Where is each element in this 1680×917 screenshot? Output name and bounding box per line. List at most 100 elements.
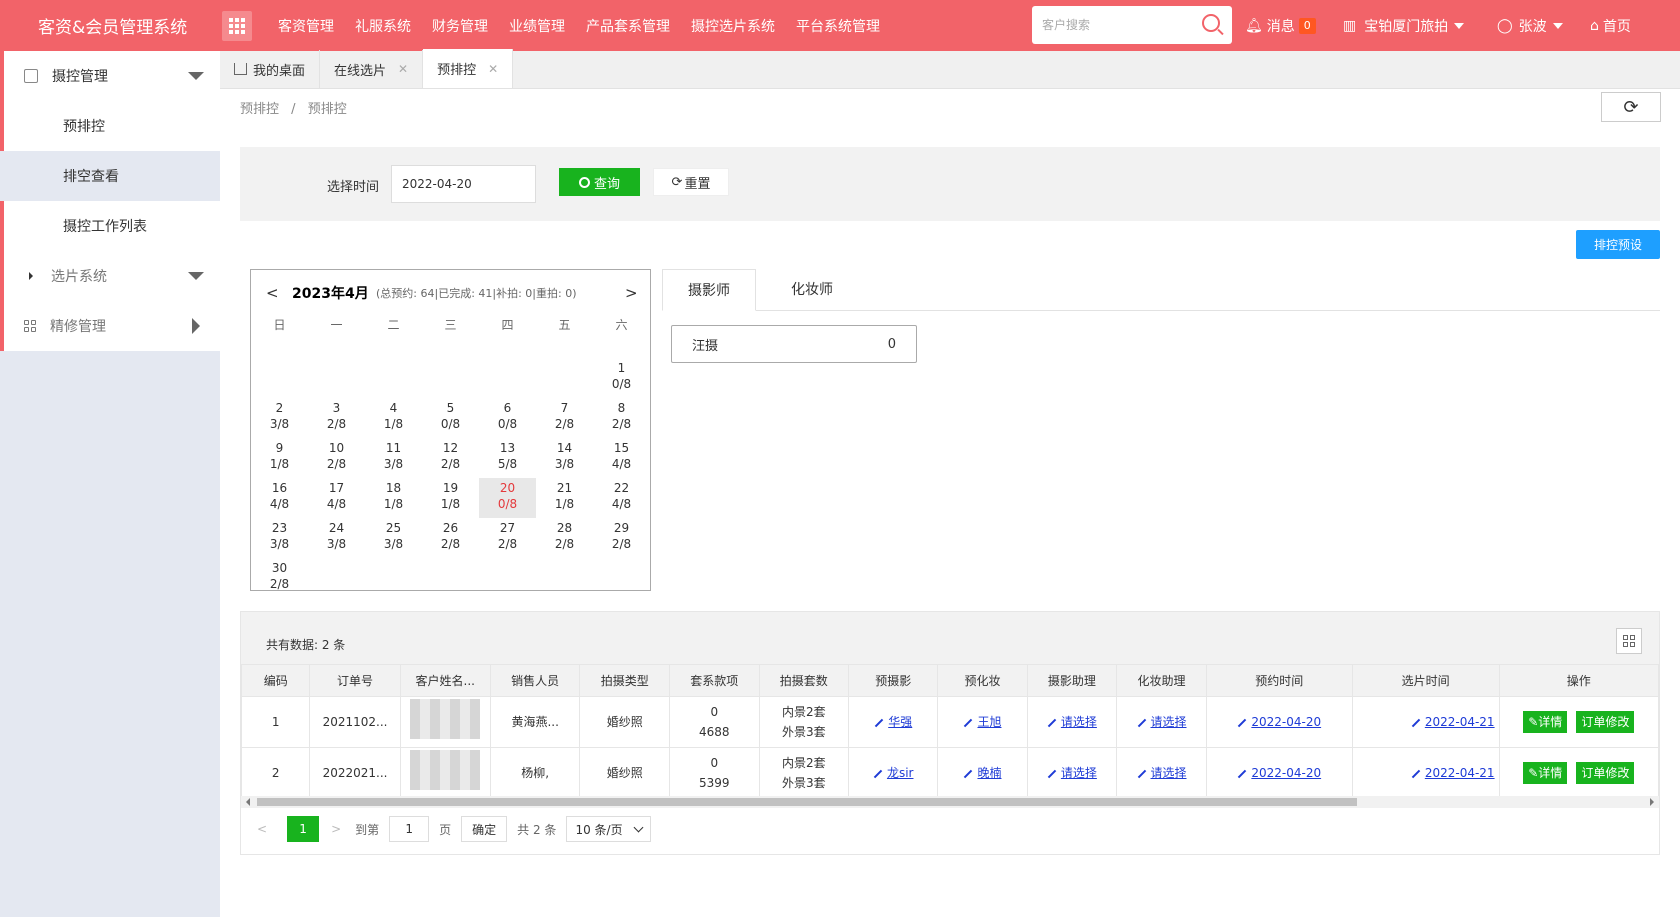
calendar-day[interactable]: 5 0/8 (422, 398, 479, 438)
calendar-day[interactable]: 15 4/8 (593, 438, 650, 478)
nav-item[interactable]: 礼服系统 (355, 16, 411, 36)
page-size-select[interactable]: 10 条/页 (566, 816, 651, 842)
nav-item[interactable]: 摄控选片系统 (691, 16, 775, 36)
nav-item[interactable]: 平台系统管理 (796, 16, 880, 36)
day-bookings: 3/8 (383, 537, 404, 551)
calendar-day[interactable]: 25 3/8 (365, 518, 422, 558)
assign-link[interactable]: 华强 (874, 715, 912, 729)
prev-page-button[interactable]: < (257, 822, 267, 836)
store-dropdown[interactable]: ▥ 宝铂厦门旅拍 (1343, 0, 1465, 51)
messages-link[interactable]: 🔔︎ 消息 0 (1245, 0, 1316, 51)
calendar-day[interactable]: 4 1/8 (365, 398, 422, 438)
cell-makeup: 晚楠 (937, 747, 1028, 799)
edit-order-button[interactable]: 订单修改 (1576, 711, 1635, 733)
calendar-day[interactable]: 13 5/8 (479, 438, 536, 478)
assign-link[interactable]: 请选择 (1137, 715, 1187, 729)
nav-item[interactable]: 财务管理 (432, 16, 488, 36)
calendar-day[interactable]: 10 2/8 (308, 438, 365, 478)
assign-link[interactable]: 请选择 (1047, 766, 1097, 780)
calendar-day[interactable]: 29 2/8 (593, 518, 650, 558)
query-button[interactable]: 查询 (559, 168, 640, 196)
nav-item[interactable]: 客资管理 (278, 16, 334, 36)
date-input[interactable]: 2022-04-20 (391, 165, 536, 203)
columns-icon[interactable] (1616, 628, 1642, 654)
scrollbar-thumb[interactable] (257, 798, 1357, 806)
user-dropdown[interactable]: ◯ 张波 (1497, 0, 1563, 51)
calendar-day[interactable]: 11 3/8 (365, 438, 422, 478)
prev-month-button[interactable]: < (266, 284, 279, 302)
sidebar-group-photo-control[interactable]: 摄控管理 (4, 51, 220, 101)
calendar-day[interactable]: 19 1/8 (422, 478, 479, 518)
next-month-button[interactable]: > (625, 284, 638, 302)
horizontal-scrollbar[interactable] (241, 796, 1659, 808)
next-page-button[interactable]: > (331, 822, 341, 836)
calendar-day[interactable]: 14 3/8 (536, 438, 593, 478)
calendar-day[interactable]: 2 3/8 (251, 398, 308, 438)
calendar-day[interactable]: 20 0/8 (479, 478, 536, 518)
calendar-day[interactable]: 27 2/8 (479, 518, 536, 558)
goto-confirm-button[interactable]: 确定 (461, 816, 508, 842)
sidebar-item-vacancy[interactable]: 排空查看 (0, 151, 220, 201)
calendar-day[interactable]: 24 3/8 (308, 518, 365, 558)
assign-link[interactable]: 2022-04-20 (1237, 766, 1321, 780)
calendar-day[interactable]: 22 4/8 (593, 478, 650, 518)
sidebar-item-work-list[interactable]: 摄控工作列表 (4, 201, 220, 251)
close-icon[interactable]: ✕ (398, 62, 408, 76)
goto-page-input[interactable]: 1 (389, 816, 430, 842)
chevron-right-icon (192, 318, 200, 334)
sidebar-group-label: 选片系统 (51, 269, 107, 285)
sidebar-item-pre-schedule[interactable]: 预排控 (4, 101, 220, 151)
tab-pre-schedule[interactable]: 预排控 ✕ (423, 49, 514, 88)
customer-search-input[interactable] (1042, 18, 1192, 32)
assign-link[interactable]: 龙sir (873, 766, 913, 780)
staff-card[interactable]: 汪摄 0 (671, 325, 917, 363)
tab-makeup-artist[interactable]: 化妆师 (772, 269, 852, 311)
nav-item[interactable]: 业绩管理 (509, 16, 565, 36)
search-icon[interactable] (1202, 14, 1220, 32)
app-grid-icon[interactable] (222, 10, 252, 41)
calendar-day[interactable]: 7 2/8 (536, 398, 593, 438)
calendar-day[interactable]: 8 2/8 (593, 398, 650, 438)
home-link[interactable]: ⌂ 首页 (1590, 0, 1631, 51)
detail-button[interactable]: ✎详情 (1523, 711, 1568, 733)
scroll-right-icon[interactable] (1650, 798, 1654, 806)
schedule-preset-button[interactable]: 排控预设 (1576, 230, 1660, 259)
assign-link[interactable]: 请选择 (1047, 715, 1097, 729)
assign-link[interactable]: 2022-04-20 (1237, 715, 1321, 729)
day-bookings: 5/8 (497, 457, 518, 471)
table-row: 2 2022021... 杨柳, 婚纱照 0 5399 内景2套 外景3套 龙sir 晚楠 请选择 请… (240, 747, 1660, 799)
refresh-button[interactable]: ⟳ (1601, 92, 1661, 122)
calendar-day[interactable]: 21 1/8 (536, 478, 593, 518)
nav-item[interactable]: 产品套系管理 (586, 16, 670, 36)
assign-link[interactable]: 晚楠 (963, 766, 1001, 780)
edit-order-button[interactable]: 订单修改 (1576, 762, 1635, 784)
assign-link[interactable]: 2022-04-21 (1411, 766, 1495, 780)
close-icon[interactable]: ✕ (488, 62, 498, 76)
calendar-day[interactable]: 18 1/8 (365, 478, 422, 518)
calendar-day[interactable]: 1 0/8 (593, 358, 650, 398)
calendar-day[interactable]: 12 2/8 (422, 438, 479, 478)
calendar-day[interactable]: 3 2/8 (308, 398, 365, 438)
calendar-day[interactable]: 23 3/8 (251, 518, 308, 558)
day-bookings: 0/8 (611, 377, 632, 391)
assign-link[interactable]: 王旭 (963, 715, 1001, 729)
breadcrumb-parent[interactable]: 预排控 (240, 102, 279, 117)
tab-online-select[interactable]: 在线选片 ✕ (320, 50, 424, 88)
calendar-day[interactable]: 28 2/8 (536, 518, 593, 558)
scroll-left-icon[interactable] (246, 798, 250, 806)
calendar-day[interactable]: 30 2/8 (251, 558, 308, 598)
calendar-day[interactable]: 17 4/8 (308, 478, 365, 518)
tab-desktop[interactable]: 我的桌面 (220, 50, 321, 88)
tab-photographer[interactable]: 摄影师 (662, 269, 756, 311)
page-number[interactable]: 1 (287, 816, 320, 842)
reset-button[interactable]: ⟳ 重置 (653, 168, 729, 196)
calendar-day[interactable]: 16 4/8 (251, 478, 308, 518)
sidebar-group-photo-select[interactable]: 选片系统 (4, 251, 220, 301)
sidebar-group-retouch[interactable]: 精修管理 (4, 301, 220, 351)
assign-link[interactable]: 2022-04-21 (1411, 715, 1495, 729)
detail-button[interactable]: ✎详情 (1523, 762, 1568, 784)
calendar-day[interactable]: 26 2/8 (422, 518, 479, 558)
calendar-day[interactable]: 6 0/8 (479, 398, 536, 438)
calendar-day[interactable]: 9 1/8 (251, 438, 308, 478)
assign-link[interactable]: 请选择 (1137, 766, 1187, 780)
